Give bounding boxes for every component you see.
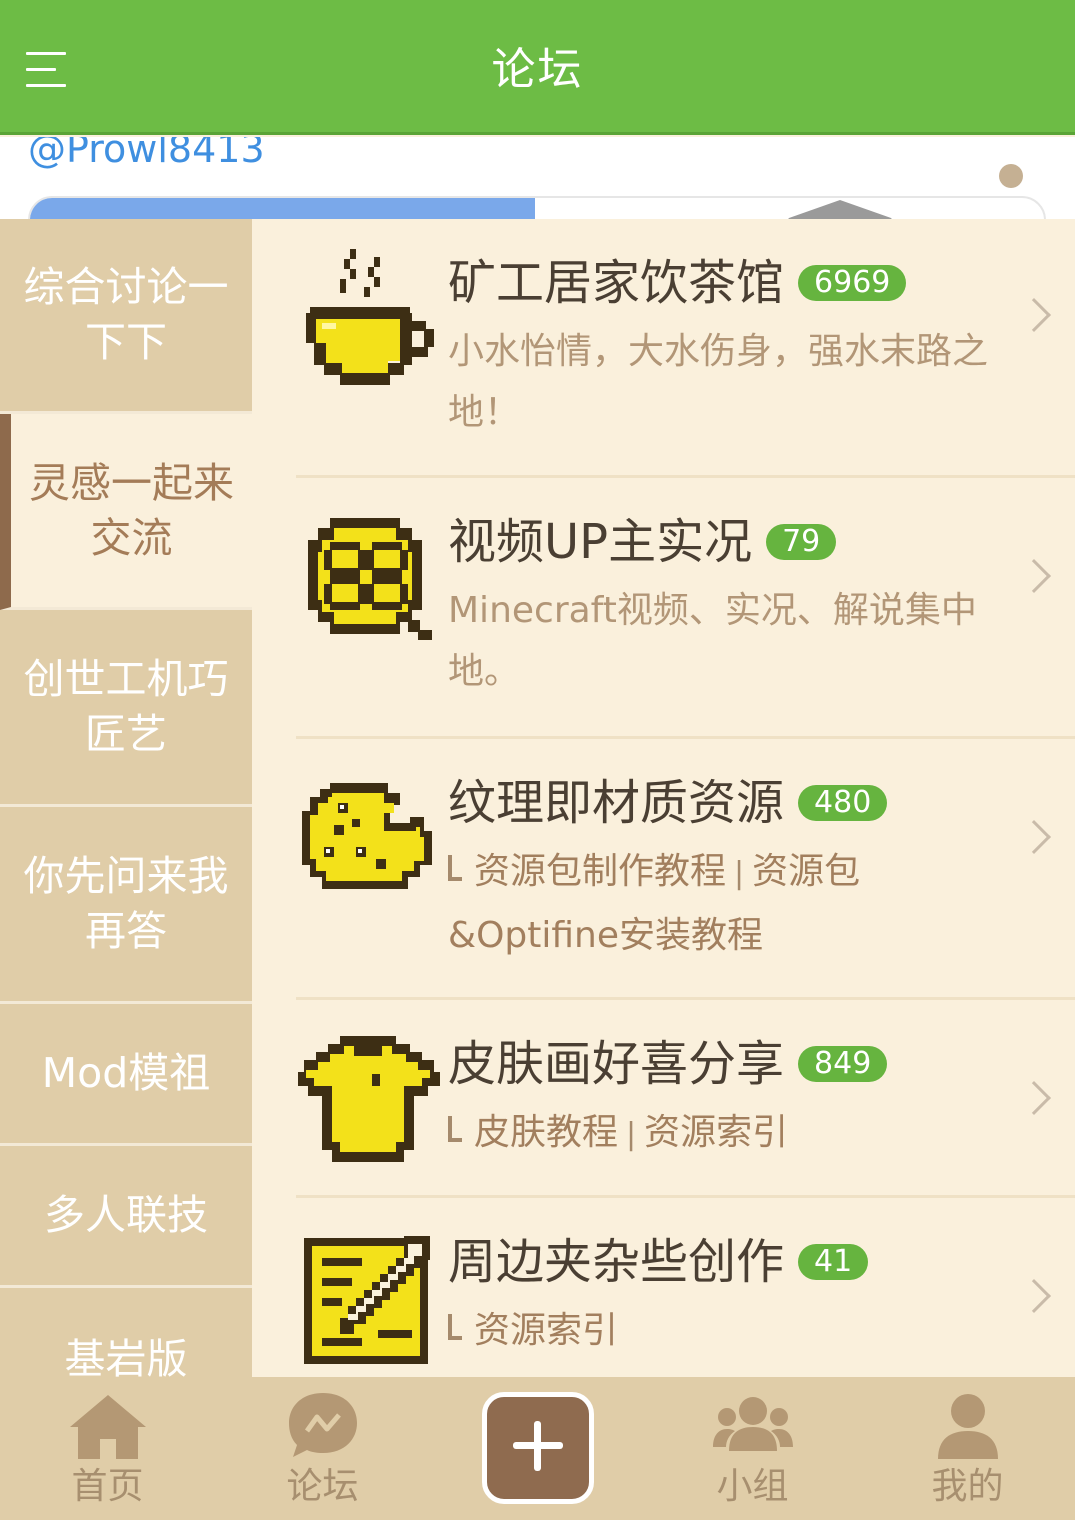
category-sidebar: 综合讨论一下下 灵感一起来交流 创世工机巧匠艺 你先问来我再答 Mod模祖 多人…	[0, 219, 252, 1377]
sidebar-item-qa[interactable]: 你先问来我再答	[0, 807, 252, 1004]
link-separator: |	[734, 856, 745, 891]
sidebar-item-creation[interactable]: 创世工机巧匠艺	[0, 610, 252, 807]
teacup-icon	[306, 249, 434, 385]
plus-icon[interactable]	[482, 1392, 594, 1504]
forum-quick-links: 资源索引	[448, 1300, 1008, 1362]
link-corner-icon	[448, 1116, 462, 1142]
tshirt-icon	[298, 1036, 440, 1162]
post-count-badge: 849	[798, 1046, 888, 1082]
chevron-right-icon	[1017, 559, 1051, 593]
sidebar-item-inspiration[interactable]: 灵感一起来交流	[0, 414, 252, 610]
forum-link[interactable]: 资源索引	[474, 1310, 618, 1351]
cookie-icon	[302, 783, 432, 889]
banner-image-right	[755, 200, 925, 219]
link-corner-icon	[448, 1314, 462, 1340]
chat-bubble-icon	[288, 1393, 357, 1457]
forum-name: 矿工居家饮茶馆	[448, 255, 785, 311]
nav-label: 论坛	[286, 1466, 359, 1507]
forum-title-row: 矿工居家饮茶馆 6969	[448, 253, 907, 313]
link-separator: |	[626, 1117, 637, 1152]
film-reel-icon	[308, 518, 432, 640]
forum-item-skins[interactable]: 皮肤画好喜分享 849 皮肤教程 | 资源索引	[252, 1000, 1075, 1198]
banner-area: @Prowl8413	[0, 137, 1075, 219]
page-title: 论坛	[491, 44, 584, 95]
sidebar-item-general[interactable]: 综合讨论一下下	[0, 219, 252, 414]
post-count-badge: 41	[798, 1244, 869, 1280]
nav-label: 首页	[71, 1466, 144, 1507]
sidebar-item-label: Mod模祖	[41, 1049, 211, 1097]
forum-title-row: 周边夹杂些创作 41	[448, 1232, 869, 1292]
banner-card[interactable]	[28, 196, 1046, 219]
forum-name: 视频UP主实况	[448, 514, 753, 570]
forum-name: 纹理即材质资源	[448, 775, 785, 831]
group-icon	[712, 1397, 793, 1451]
user-icon	[937, 1394, 998, 1459]
pencil-note-icon	[304, 1236, 430, 1364]
forum-name: 周边夹杂些创作	[448, 1234, 785, 1290]
sidebar-item-label: 基岩版	[64, 1335, 188, 1377]
nav-home[interactable]: 首页	[0, 1377, 215, 1520]
link-corner-icon	[448, 855, 462, 881]
sidebar-item-label: 综合讨论一下下	[23, 263, 229, 366]
sidebar-item-multiplayer[interactable]: 多人联技	[0, 1146, 252, 1288]
forum-description: 小水怡情，大水伤身，强水末路之地！	[448, 331, 989, 433]
sidebar-item-mod[interactable]: Mod模祖	[0, 1004, 252, 1146]
forum-link[interactable]: 资源包制作教程	[474, 851, 726, 892]
banner-indicator-dot	[999, 164, 1023, 188]
forum-quick-links: 资源包制作教程 | 资源包&Optifine安装教程	[448, 841, 1008, 967]
nav-forum[interactable]: 论坛	[215, 1377, 430, 1520]
forum-item-textures[interactable]: 纹理即材质资源 480 资源包制作教程 | 资源包&Optifine安装教程	[252, 739, 1075, 1000]
post-count-badge: 480	[798, 785, 888, 821]
chevron-right-icon	[1017, 298, 1051, 332]
home-icon	[69, 1395, 146, 1459]
chevron-right-icon	[1017, 1279, 1051, 1313]
bottom-navigation: 首页 论坛 小组 我的	[0, 1377, 1075, 1520]
sidebar-item-label: 你先问来我再答	[23, 852, 229, 955]
forum-item-fan-creations[interactable]: 周边夹杂些创作 41 资源索引	[252, 1198, 1075, 1377]
forum-description: Minecraft视频、实况、解说集中地。	[448, 590, 977, 692]
forum-link[interactable]: 资源索引	[644, 1112, 788, 1153]
forum-title-row: 视频UP主实况 79	[448, 512, 837, 572]
forum-name: 皮肤画好喜分享	[448, 1036, 785, 1092]
sidebar-item-label: 多人联技	[44, 1191, 208, 1239]
post-count-badge: 6969	[798, 265, 907, 301]
sidebar-item-label: 灵感一起来交流	[29, 458, 234, 562]
chevron-right-icon	[1017, 1081, 1051, 1115]
chevron-right-icon	[1017, 820, 1051, 854]
forum-link[interactable]: 皮肤教程	[474, 1112, 618, 1153]
nav-groups[interactable]: 小组	[645, 1377, 860, 1520]
sidebar-item-bedrock[interactable]: 基岩版	[0, 1288, 252, 1377]
forum-item-video[interactable]: 视频UP主实况 79 Minecraft视频、实况、解说集中地。	[252, 478, 1075, 739]
user-mention-link[interactable]: @Prowl8413	[28, 137, 265, 169]
forum-screen: 论坛 @Prowl8413 综合讨论一下下 灵感一起来交流 创世工机巧匠艺 你先…	[0, 0, 1075, 1520]
forum-title-row: 纹理即材质资源 480	[448, 773, 888, 833]
top-app-bar: 论坛	[0, 0, 1075, 135]
nav-label: 我的	[931, 1466, 1004, 1507]
nav-label: 小组	[716, 1466, 789, 1507]
forum-item-teahouse[interactable]: 矿工居家饮茶馆 6969 小水怡情，大水伤身，强水末路之地！	[252, 219, 1075, 478]
forum-title-row: 皮肤画好喜分享 849	[448, 1034, 888, 1094]
sidebar-item-label: 创世工机巧匠艺	[23, 655, 229, 758]
forum-quick-links: 皮肤教程 | 资源索引	[448, 1102, 1008, 1166]
banner-image-left	[30, 198, 535, 219]
post-count-badge: 79	[766, 524, 837, 560]
forum-list: 矿工居家饮茶馆 6969 小水怡情，大水伤身，强水末路之地！ 视频UP主实况 7…	[252, 219, 1075, 1377]
nav-mine[interactable]: 我的	[860, 1377, 1075, 1520]
